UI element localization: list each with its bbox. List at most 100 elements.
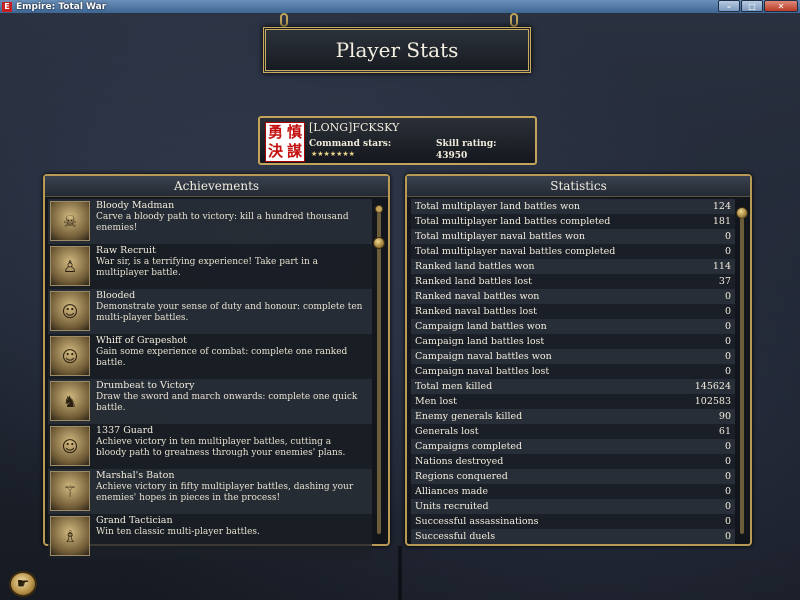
- stat-row: Total multiplayer naval battles won 0: [411, 229, 735, 244]
- achievement-title: Whiff of Grapeshot: [96, 335, 187, 346]
- stat-value: 37: [718, 276, 731, 287]
- hanging-ring-left: [280, 13, 288, 27]
- page-title: Player Stats: [335, 38, 459, 62]
- stat-label: Total multiplayer naval battles complete…: [415, 246, 616, 257]
- badge-char: 謀: [286, 142, 302, 160]
- stat-row: Total multiplayer naval battles complete…: [411, 244, 735, 259]
- stat-value: 0: [724, 366, 731, 377]
- achievement-description: Win ten classic multi-player battles.: [96, 527, 260, 537]
- stat-value: 0: [724, 291, 731, 302]
- achievement-description: Gain some experience of combat: complete…: [96, 347, 348, 368]
- stat-label: Campaigns completed: [415, 441, 523, 452]
- stat-value: 0: [724, 486, 731, 497]
- baton-icon: ⚚: [50, 471, 90, 511]
- achievements-scroll-thumb[interactable]: [373, 237, 385, 249]
- statistics-list: Total multiplayer land battles won 124 Tot…: [411, 199, 735, 544]
- stat-label: Successful duels: [415, 531, 496, 542]
- command-stars-value: ★★★★★★★: [311, 150, 355, 158]
- achievement-item: ☺ Blooded Demonstrate your sense of duty…: [48, 289, 372, 334]
- achievements-panel: Achievements ☠ Bloody Madman Carve a blo…: [43, 174, 390, 559]
- stat-label: Men lost: [415, 396, 457, 407]
- soldier-icon: ♙: [50, 246, 90, 286]
- stat-row: Regions conquered 0: [411, 469, 735, 484]
- statistics-panel: Statistics Total multiplayer land battle…: [405, 174, 752, 546]
- stat-label: Total men killed: [415, 381, 493, 392]
- stat-value: 90: [718, 411, 731, 422]
- window-controls: – □ ✕: [718, 0, 798, 12]
- player-name: [LONG]FCKSKY: [309, 121, 400, 134]
- stat-label: Total multiplayer land battles completed: [415, 216, 611, 227]
- stat-row: Campaign naval battles lost 0: [411, 364, 735, 379]
- page-title-plaque: Player Stats: [263, 27, 531, 73]
- command-stars-label: Command stars:: [309, 139, 392, 149]
- stat-label: Units recruited: [415, 501, 489, 512]
- stat-label: Enemy generals killed: [415, 411, 523, 422]
- app-icon: E: [2, 1, 12, 12]
- skill-rating-label: Skill rating:: [436, 139, 497, 149]
- achievement-item: ☺ 1337 Guard Achieve victory in ten mult…: [48, 424, 372, 469]
- stat-label: Campaign land battles won: [415, 321, 547, 332]
- stat-value: 145624: [694, 381, 731, 392]
- achievement-item: ♗ Grand Tactician Win ten classic multi-…: [48, 514, 372, 559]
- stat-label: Campaign land battles lost: [415, 336, 545, 347]
- officer-portrait-icon: ☺: [50, 291, 90, 331]
- stat-row: Campaign naval battles won 0: [411, 349, 735, 364]
- achievement-description: Draw the sword and march onwards: comple…: [96, 392, 358, 413]
- stat-label: Nations destroyed: [415, 456, 504, 467]
- maximize-button[interactable]: □: [741, 0, 763, 12]
- pointing-hand-icon: ☛: [16, 576, 30, 592]
- back-button[interactable]: ☛: [9, 571, 37, 597]
- minimize-button[interactable]: –: [718, 0, 740, 12]
- stat-label: Campaign naval battles won: [415, 351, 552, 362]
- achievement-title: 1337 Guard: [96, 425, 154, 436]
- player-card: 勇 慎 決 謀 [LONG]FCKSKY Command stars: ★★★★…: [258, 116, 537, 165]
- badge-char: 勇: [267, 123, 283, 141]
- achievements-header: Achievements: [45, 176, 388, 197]
- achievement-description: Achieve victory in ten multiplayer battl…: [96, 437, 346, 458]
- achievement-description: Carve a bloody path to victory: kill a h…: [96, 212, 349, 233]
- achievements-scrollbar[interactable]: [377, 212, 381, 534]
- close-button[interactable]: ✕: [764, 0, 798, 12]
- stat-label: Ranked land battles won: [415, 261, 535, 272]
- boots-icon: ♞: [50, 381, 90, 421]
- stat-row: Ranked land battles lost 37: [411, 274, 735, 289]
- stat-label: Ranked land battles lost: [415, 276, 532, 287]
- achievement-item: ♞ Drumbeat to Victory Draw the sword and…: [48, 379, 372, 424]
- stat-label: Alliances made: [415, 486, 488, 497]
- achievement-title: Bloody Madman: [96, 200, 175, 211]
- window-titlebar[interactable]: E Empire: Total War – □ ✕: [0, 0, 800, 13]
- stat-value: 0: [724, 456, 731, 467]
- stat-label: Total multiplayer naval battles won: [415, 231, 585, 242]
- stat-value: 181: [712, 216, 731, 227]
- stat-label: Total multiplayer land battles won: [415, 201, 581, 212]
- stat-value: 0: [724, 531, 731, 542]
- player-badge-icon: 勇 慎 決 謀: [265, 122, 305, 162]
- statistics-scrollbar[interactable]: [740, 218, 744, 534]
- general-portrait-icon: ☺: [50, 426, 90, 466]
- stat-value: 61: [718, 426, 731, 437]
- stat-row: Nations destroyed 0: [411, 454, 735, 469]
- stat-row: Total men killed 145624: [411, 379, 735, 394]
- hanging-ring-right: [510, 13, 518, 27]
- achievement-title: Raw Recruit: [96, 245, 156, 256]
- stat-value: 0: [724, 306, 731, 317]
- officer-portrait-icon: ☺: [50, 336, 90, 376]
- stat-row: Ranked land battles won 114: [411, 259, 735, 274]
- stat-label: Ranked naval battles lost: [415, 306, 537, 317]
- achievement-item: ⚚ Marshal's Baton Achieve victory in fif…: [48, 469, 372, 514]
- stat-value: 0: [724, 351, 731, 362]
- stat-row: Successful assassinations 0: [411, 514, 735, 529]
- achievement-item: ☠ Bloody Madman Carve a bloody path to v…: [48, 199, 372, 244]
- stat-row: Successful duels 0: [411, 529, 735, 544]
- achievement-item: ♙ Raw Recruit War sir, is a terrifying e…: [48, 244, 372, 289]
- achievement-description: War sir, is a terrifying experience! Tak…: [96, 257, 319, 278]
- stat-label: Campaign naval battles lost: [415, 366, 550, 377]
- achievement-description: Demonstrate your sense of duty and honou…: [96, 302, 363, 323]
- stat-row: Total multiplayer land battles won 124: [411, 199, 735, 214]
- achievement-title: Blooded: [96, 290, 136, 301]
- window-title: Empire: Total War: [16, 1, 107, 12]
- achievement-title: Drumbeat to Victory: [96, 380, 195, 391]
- stat-value: 0: [724, 471, 731, 482]
- skill-rating-value: 43950: [436, 151, 468, 161]
- stat-value: 114: [712, 261, 731, 272]
